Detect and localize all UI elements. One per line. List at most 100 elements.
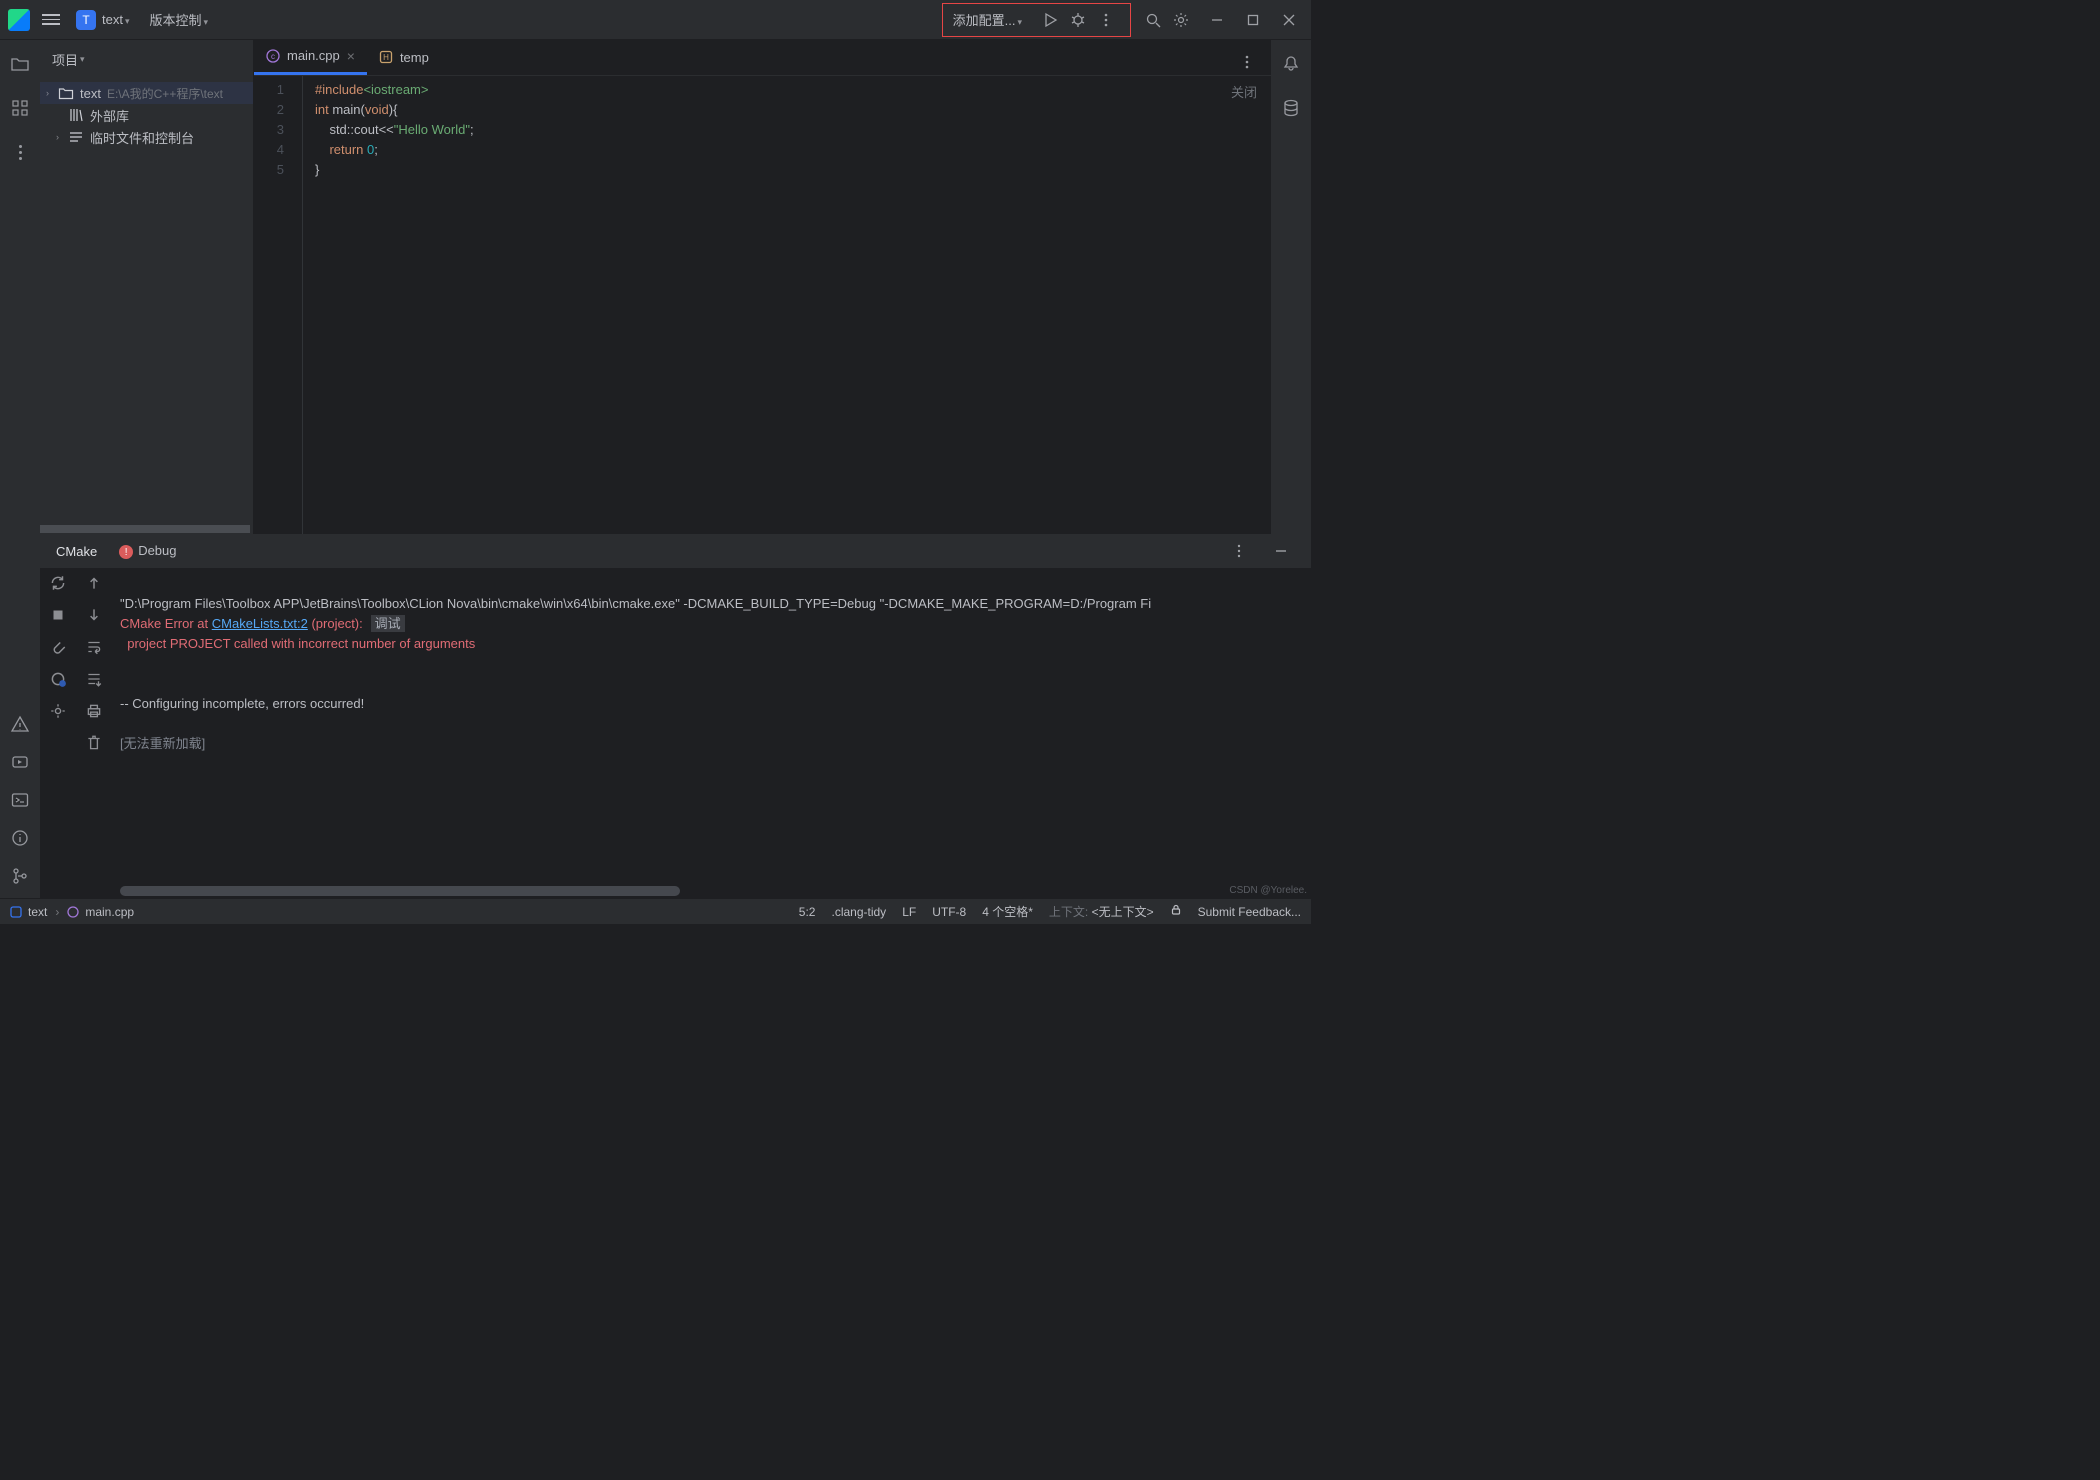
- tool-window-header: CMake !Debug: [40, 534, 1311, 568]
- horizontal-scrollbar[interactable]: [40, 525, 250, 533]
- cursor-position[interactable]: 5:2: [799, 905, 816, 919]
- folder-icon: [58, 85, 74, 101]
- indent-setting[interactable]: 4 个空格*: [982, 903, 1033, 920]
- tab-label: temp: [400, 50, 429, 65]
- bottom-left-toolbar: [0, 534, 40, 898]
- project-tool-icon[interactable]: [10, 54, 30, 74]
- tree-external-libs[interactable]: 外部库: [40, 104, 253, 126]
- editor-close-link[interactable]: 关闭: [1231, 82, 1257, 101]
- console-output[interactable]: "D:\Program Files\Toolbox APP\JetBrains\…: [112, 568, 1311, 898]
- search-icon[interactable]: [1139, 6, 1167, 34]
- tab-label: main.cpp: [287, 48, 340, 63]
- line-ending[interactable]: LF: [902, 905, 916, 919]
- tree-root[interactable]: › text E:\A我的C++程序\text: [40, 82, 253, 104]
- project-badge: T: [76, 10, 96, 30]
- console-line: [无法重新加载]: [120, 736, 205, 751]
- line-gutter[interactable]: 12345: [254, 76, 302, 534]
- tool-hide-icon[interactable]: [1267, 537, 1295, 565]
- scroll-end-icon[interactable]: [85, 670, 103, 688]
- cpp-file-icon: c: [266, 49, 280, 63]
- project-panel-header[interactable]: 项目▾: [40, 40, 253, 78]
- tree-root-path: E:\A我的C++程序\text: [107, 85, 223, 102]
- filter-icon[interactable]: [49, 670, 67, 688]
- down-icon[interactable]: [85, 606, 103, 624]
- attach-icon[interactable]: [49, 638, 67, 656]
- app-logo: [8, 9, 30, 31]
- console-hscrollbar[interactable]: [120, 886, 680, 896]
- print-icon[interactable]: [85, 702, 103, 720]
- expand-arrow-icon[interactable]: ›: [46, 88, 58, 98]
- header-file-icon: H: [379, 50, 393, 64]
- editor-tabs: c main.cpp × H temp: [254, 40, 1271, 76]
- encoding[interactable]: UTF-8: [932, 905, 966, 919]
- tool-tab-cmake[interactable]: CMake: [56, 544, 97, 559]
- tree-item-label: 外部库: [90, 106, 129, 125]
- vcs-icon[interactable]: [10, 866, 30, 886]
- reload-icon[interactable]: [49, 574, 67, 592]
- wrap-icon[interactable]: [85, 638, 103, 656]
- more-tools-icon[interactable]: [10, 142, 30, 162]
- editor: c main.cpp × H temp 12345 #include<iostr…: [254, 40, 1271, 534]
- minimize-button[interactable]: [1203, 6, 1231, 34]
- settings-action-icon[interactable]: [49, 702, 67, 720]
- maximize-button[interactable]: [1239, 6, 1267, 34]
- console-line: -- Configuring incomplete, errors occurr…: [120, 696, 364, 711]
- services-icon[interactable]: [10, 752, 30, 772]
- info-icon[interactable]: [10, 828, 30, 848]
- context-selector[interactable]: 上下文: <无上下文>: [1049, 903, 1154, 920]
- console-line: "D:\Program Files\Toolbox APP\JetBrains\…: [120, 596, 1151, 611]
- breadcrumb-root[interactable]: text: [10, 905, 47, 919]
- console-error-line: CMake Error at CMakeLists.txt:2 (project…: [120, 616, 363, 631]
- more-actions-icon[interactable]: [1092, 6, 1120, 34]
- cmake-error-link[interactable]: CMakeLists.txt:2: [212, 616, 308, 631]
- notifications-icon[interactable]: [1281, 54, 1301, 74]
- expand-arrow-icon[interactable]: ›: [56, 132, 68, 142]
- chevron-down-icon: ▾: [80, 54, 85, 65]
- tab-close-icon[interactable]: ×: [347, 48, 355, 64]
- tree-scratches[interactable]: › 临时文件和控制台: [40, 126, 253, 148]
- tab-temp[interactable]: H temp: [367, 39, 441, 75]
- problems-icon[interactable]: [10, 714, 30, 734]
- tool-tab-debug[interactable]: !Debug: [119, 543, 176, 560]
- terminal-icon[interactable]: [10, 790, 30, 810]
- tool-options-icon[interactable]: [1225, 537, 1253, 565]
- tree-root-label: text: [80, 86, 101, 101]
- watermark: CSDN @Yorelee.: [1229, 885, 1307, 896]
- svg-text:H: H: [383, 53, 389, 62]
- project-panel: 项目▾ › text E:\A我的C++程序\text 外部库 › 临时文件和控…: [40, 40, 254, 534]
- tool-window-actions: [40, 568, 112, 898]
- scratches-icon: [68, 129, 84, 145]
- debug-button[interactable]: [1064, 6, 1092, 34]
- feedback-link[interactable]: Submit Feedback...: [1198, 905, 1301, 919]
- tree-item-label: 临时文件和控制台: [90, 128, 194, 147]
- vcs-menu[interactable]: 版本控制▾: [150, 10, 209, 29]
- trash-icon[interactable]: [85, 734, 103, 752]
- run-config-selector[interactable]: 添加配置...▾: [953, 10, 1022, 29]
- library-icon: [68, 107, 84, 123]
- hamburger-menu-icon[interactable]: [42, 14, 60, 25]
- error-badge-icon: !: [119, 545, 133, 559]
- chevron-down-icon: ▾: [1017, 17, 1022, 27]
- chevron-down-icon: ▾: [125, 16, 130, 26]
- tab-more-icon[interactable]: [1233, 48, 1261, 76]
- tab-main-cpp[interactable]: c main.cpp ×: [254, 39, 367, 75]
- console-error-line: project PROJECT called with incorrect nu…: [120, 636, 475, 651]
- run-button[interactable]: [1036, 6, 1064, 34]
- code-content[interactable]: #include<iostream> int main(void){ std::…: [302, 76, 1271, 534]
- stop-icon[interactable]: [49, 606, 67, 624]
- close-button[interactable]: [1275, 6, 1303, 34]
- debug-hint[interactable]: 调试: [371, 615, 405, 632]
- database-icon[interactable]: [1281, 98, 1301, 118]
- up-icon[interactable]: [85, 574, 103, 592]
- clang-tidy-status[interactable]: .clang-tidy: [831, 905, 886, 919]
- settings-icon[interactable]: [1167, 6, 1195, 34]
- breadcrumb-file[interactable]: main.cpp: [67, 905, 134, 919]
- structure-tool-icon[interactable]: [10, 98, 30, 118]
- svg-text:c: c: [271, 52, 275, 61]
- run-config-area: 添加配置...▾: [942, 3, 1131, 37]
- right-toolbar: [1271, 40, 1311, 534]
- project-name-dropdown[interactable]: text▾: [102, 12, 130, 27]
- titlebar: T text▾ 版本控制▾ 添加配置...▾: [0, 0, 1311, 40]
- lock-icon[interactable]: [1170, 904, 1182, 919]
- status-bar: text › main.cpp 5:2 .clang-tidy LF UTF-8…: [0, 898, 1311, 924]
